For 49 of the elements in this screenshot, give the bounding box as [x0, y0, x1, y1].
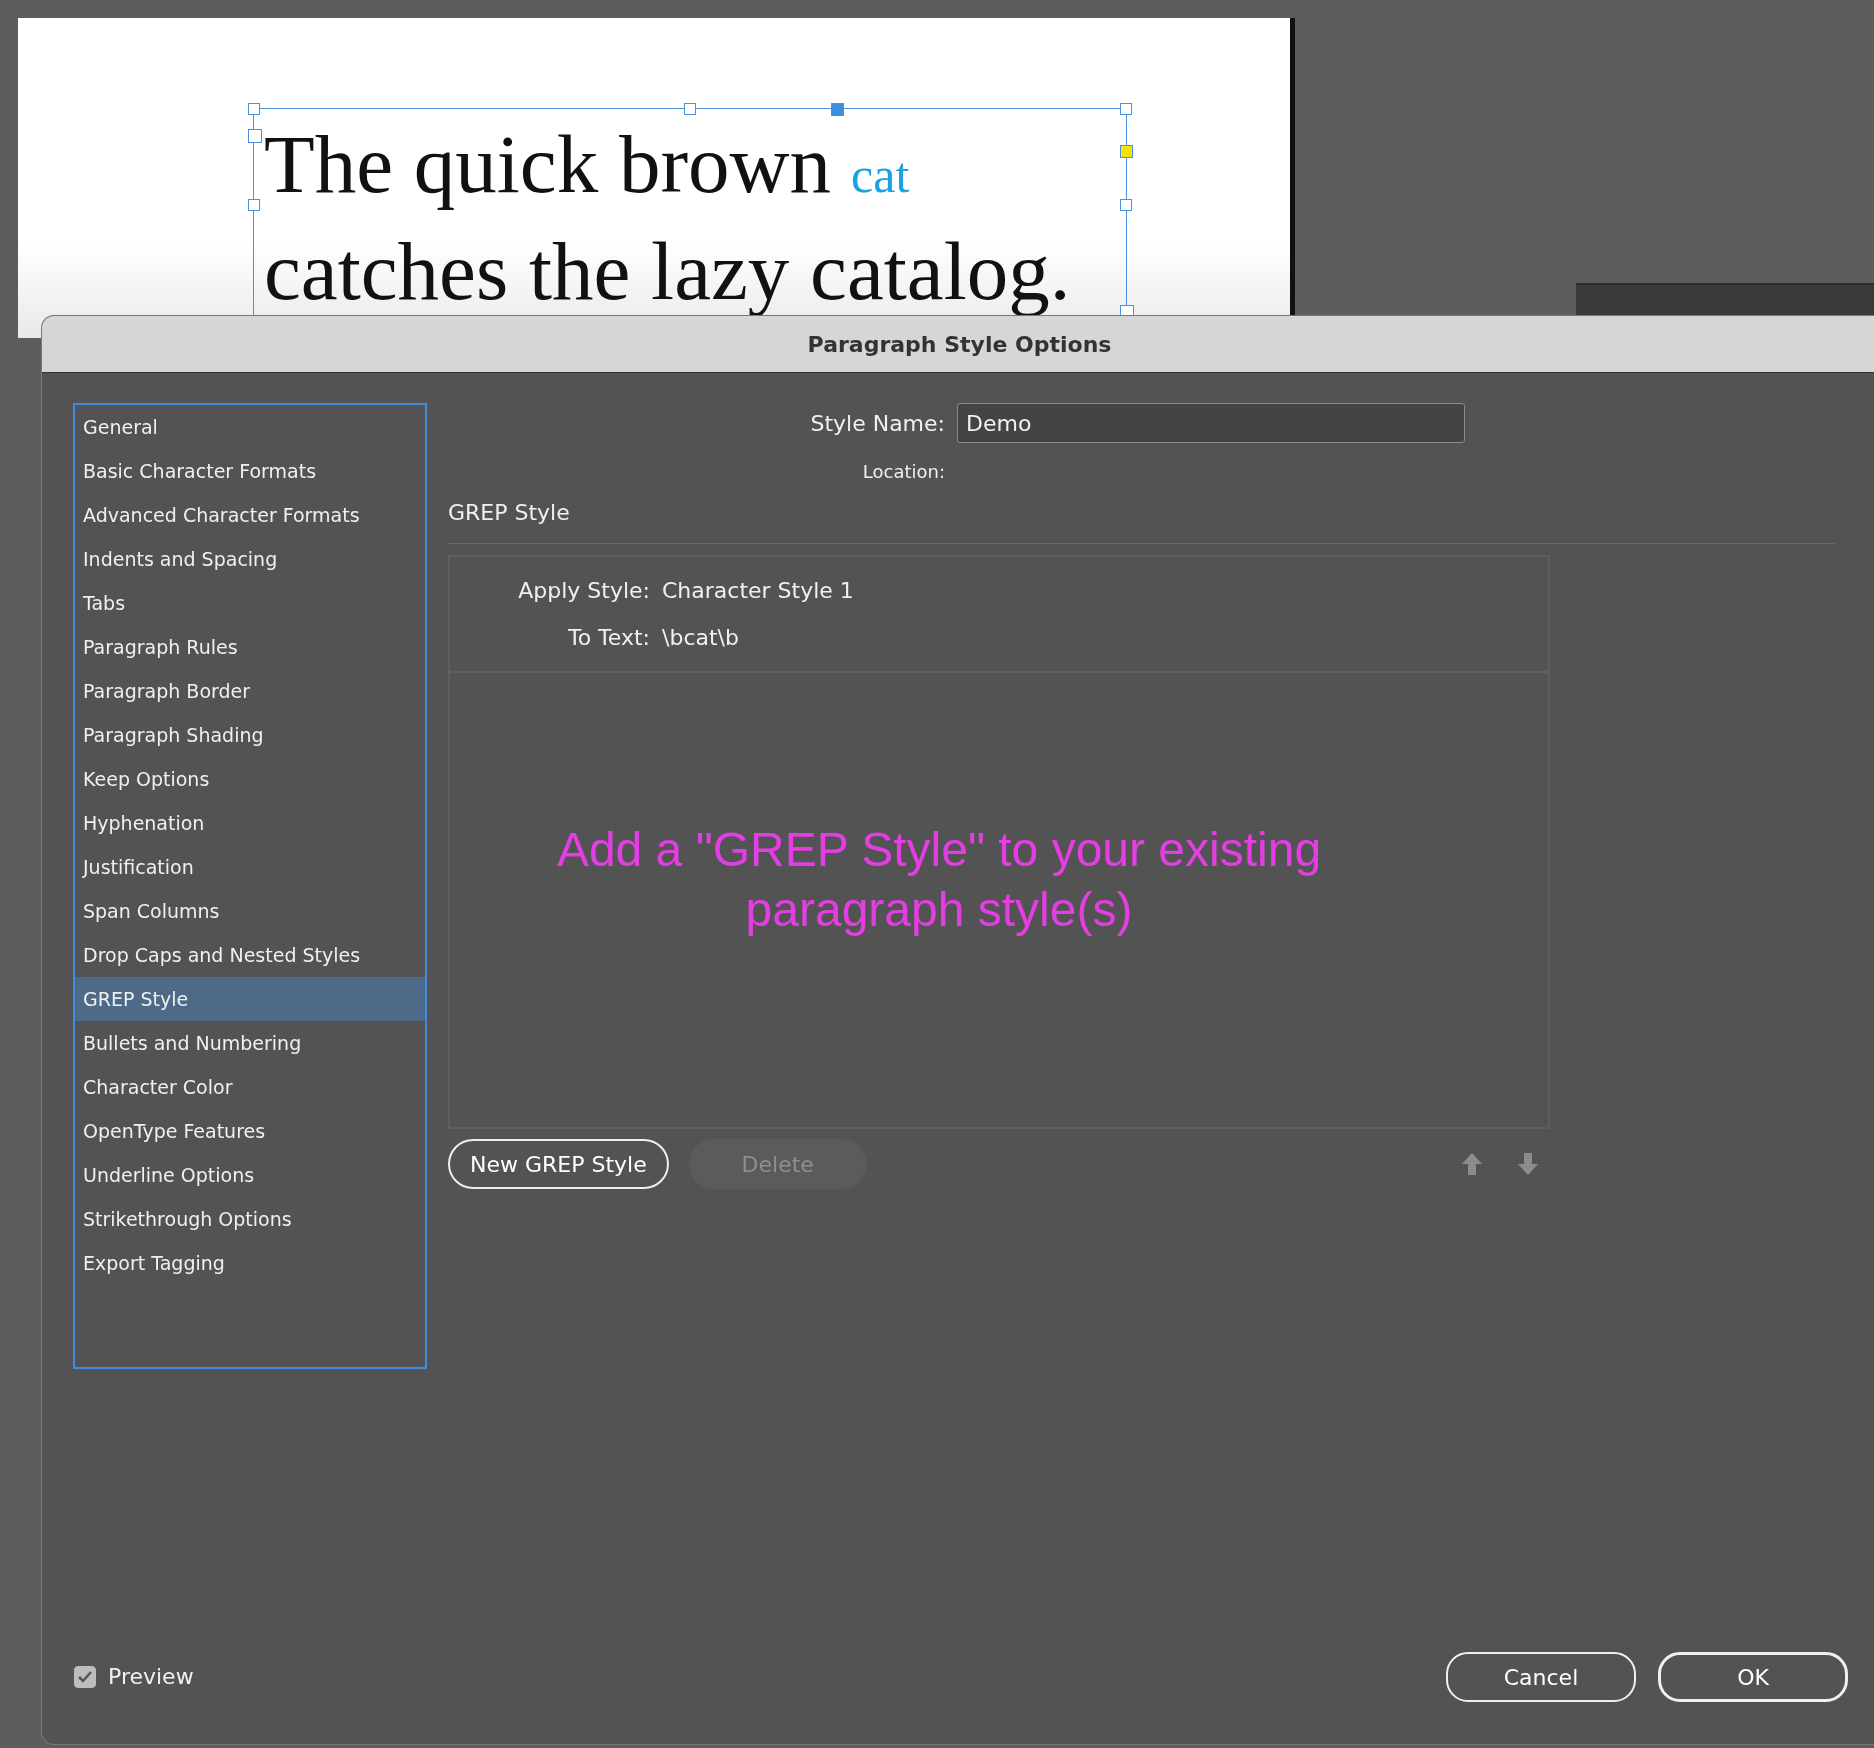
- category-item[interactable]: GREP Style: [75, 977, 425, 1021]
- frame-handle[interactable]: [248, 129, 262, 143]
- field-label: Apply Style:: [517, 578, 650, 603]
- category-item[interactable]: Paragraph Border: [75, 669, 425, 713]
- category-item[interactable]: Indents and Spacing: [75, 537, 425, 581]
- checkmark-icon: [78, 1671, 92, 1683]
- category-item[interactable]: Paragraph Shading: [75, 713, 425, 757]
- category-item[interactable]: Span Columns: [75, 889, 425, 933]
- category-item[interactable]: Keep Options: [75, 757, 425, 801]
- frame-handle[interactable]: [1120, 199, 1132, 211]
- category-item[interactable]: Character Color: [75, 1065, 425, 1109]
- field-label: To Text:: [566, 625, 650, 650]
- category-item[interactable]: Strikethrough Options: [75, 1197, 425, 1241]
- field-value[interactable]: \bcat\b: [662, 625, 1548, 650]
- field-label: Style Name:: [809, 410, 945, 436]
- category-item[interactable]: General: [75, 405, 425, 449]
- frame-handle[interactable]: [1120, 145, 1133, 158]
- field-label: Location:: [861, 461, 945, 482]
- category-item[interactable]: Drop Caps and Nested Styles: [75, 933, 425, 977]
- up-arrow-icon[interactable]: [1462, 1153, 1482, 1175]
- category-item[interactable]: Hyphenation: [75, 801, 425, 845]
- new-style-button[interactable]: New GREP Style: [448, 1139, 669, 1189]
- checkbox-label: Preview: [108, 1664, 194, 1689]
- section-title: GREP Style: [448, 500, 570, 525]
- frame-handle[interactable]: [248, 199, 260, 211]
- style-name-field[interactable]: Demo: [957, 403, 1465, 443]
- down-arrow-icon[interactable]: [1518, 1153, 1538, 1175]
- annotation-text: Add a "GREP Style" to your existing: [556, 822, 1322, 878]
- category-item[interactable]: Paragraph Rules: [75, 625, 425, 669]
- category-item[interactable]: Export Tagging: [75, 1241, 425, 1285]
- category-item[interactable]: Justification: [75, 845, 425, 889]
- category-item[interactable]: Tabs: [75, 581, 425, 625]
- frame-handle[interactable]: [248, 103, 260, 115]
- preview-checkbox[interactable]: [74, 1666, 96, 1688]
- category-item[interactable]: Advanced Character Formats: [75, 493, 425, 537]
- ok-button[interactable]: OK: [1658, 1652, 1848, 1702]
- cancel-button[interactable]: Cancel: [1446, 1652, 1636, 1702]
- category-item[interactable]: Bullets and Numbering: [75, 1021, 425, 1065]
- frame-handle[interactable]: [831, 103, 844, 116]
- category-item[interactable]: Underline Options: [75, 1153, 425, 1197]
- frame-handle[interactable]: [1120, 103, 1132, 115]
- annotation-text: paragraph style(s): [745, 882, 1133, 938]
- category-item[interactable]: OpenType Features: [75, 1109, 425, 1153]
- frame-handle[interactable]: [684, 103, 696, 115]
- document-text-line: The quick brown cat: [264, 117, 910, 212]
- document-text-line: catches the lazy catalog.: [264, 224, 1071, 318]
- grep-rule-row[interactable]: Apply Style: Character Style 1 To Text: \bcat\b: [450, 557, 1548, 673]
- field-value[interactable]: Character Style 1: [662, 578, 1548, 603]
- category-item[interactable]: Basic Character Formats: [75, 449, 425, 493]
